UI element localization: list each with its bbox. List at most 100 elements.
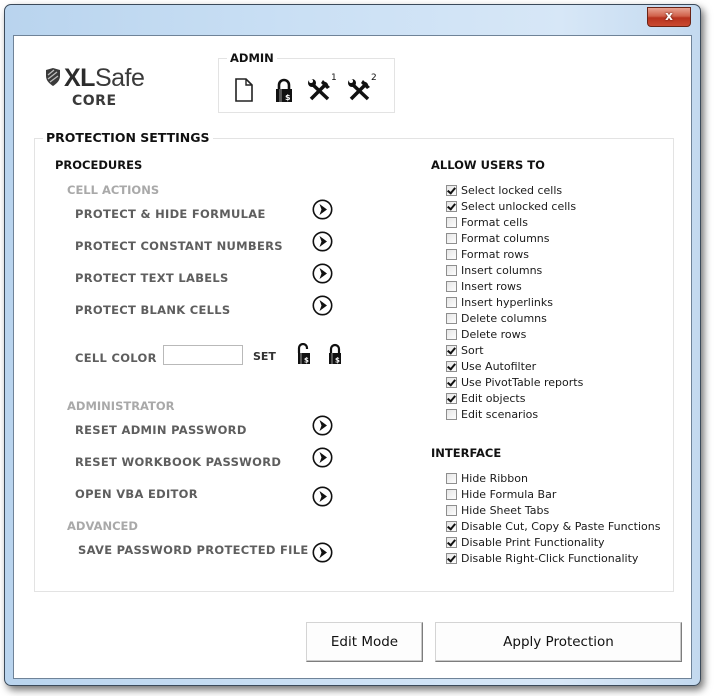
checkbox-label: Disable Print Functionality xyxy=(461,536,605,549)
protect-text-labels-label: PROTECT TEXT LABELS xyxy=(75,271,229,285)
arrow-right-circle-icon xyxy=(312,199,333,220)
allow-users-option-format-rows[interactable]: Format rows xyxy=(446,247,529,262)
interface-option-hide-ribbon[interactable]: Hide Ribbon xyxy=(446,471,528,486)
protect-hide-formulae-button[interactable] xyxy=(312,199,333,220)
admin-group: ADMIN $ 1 2 xyxy=(218,51,395,113)
checkbox-label: Hide Ribbon xyxy=(461,472,528,485)
allow-users-option-edit-scenarios[interactable]: Edit scenarios xyxy=(446,407,538,422)
checkbox-label: Delete rows xyxy=(461,328,527,341)
arrow-right-circle-icon xyxy=(312,542,333,563)
interface-option-hide-sheet-tabs[interactable]: Hide Sheet Tabs xyxy=(446,503,549,518)
set-unlocked-color-button[interactable]: $ xyxy=(296,342,312,365)
checkbox-label: Select locked cells xyxy=(461,184,563,197)
interface-option-disable-cut-copy-paste-functions[interactable]: Disable Cut, Copy & Paste Functions xyxy=(446,519,660,534)
checkbox[interactable] xyxy=(446,217,457,228)
checkbox[interactable] xyxy=(446,361,457,372)
set-locked-color-button[interactable]: $ xyxy=(327,343,343,365)
checkbox[interactable] xyxy=(446,185,457,196)
arrow-right-circle-icon xyxy=(312,231,333,252)
allow-users-option-format-cells[interactable]: Format cells xyxy=(446,215,528,230)
close-button[interactable]: x xyxy=(647,7,691,27)
cell-color-input[interactable] xyxy=(163,345,243,365)
allow-users-option-edit-objects[interactable]: Edit objects xyxy=(446,391,525,406)
checkbox[interactable] xyxy=(446,409,457,420)
checkbox-label: Sort xyxy=(461,344,484,357)
protect-text-labels-button[interactable] xyxy=(312,263,333,284)
protect-constant-numbers-button[interactable] xyxy=(312,231,333,252)
save-password-protected-file-label: SAVE PASSWORD PROTECTED FILE xyxy=(78,543,309,557)
checkbox[interactable] xyxy=(446,313,457,324)
interface-option-hide-formula-bar[interactable]: Hide Formula Bar xyxy=(446,487,556,502)
allow-users-option-select-unlocked-cells[interactable]: Select unlocked cells xyxy=(446,199,576,214)
checkbox[interactable] xyxy=(446,473,457,484)
checkbox[interactable] xyxy=(446,201,457,212)
brand-edition: CORE xyxy=(72,93,117,109)
edit-mode-button[interactable]: Edit Mode xyxy=(306,622,423,662)
apply-protection-button[interactable]: Apply Protection xyxy=(435,622,682,662)
allow-users-option-insert-hyperlinks[interactable]: Insert hyperlinks xyxy=(446,295,553,310)
allow-users-option-delete-rows[interactable]: Delete rows xyxy=(446,327,526,342)
allow-users-option-select-locked-cells[interactable]: Select locked cells xyxy=(446,183,562,198)
checkbox[interactable] xyxy=(446,393,457,404)
padlock-icon: $ xyxy=(329,343,341,365)
xlsafe-logo: XLSafe CORE xyxy=(45,64,165,114)
checkbox[interactable] xyxy=(446,249,457,260)
interface-option-disable-right-click-functionality[interactable]: Disable Right-Click Functionality xyxy=(446,551,638,566)
brand-name: Safe xyxy=(94,64,145,92)
protection-settings-group: PROTECTION SETTINGS PROCEDURES CELL ACTI… xyxy=(34,130,674,592)
reset-admin-password-button[interactable] xyxy=(312,415,333,436)
checkbox-label: Format columns xyxy=(461,232,550,245)
checkbox-label: Disable Right-Click Functionality xyxy=(461,552,639,565)
allow-users-option-insert-rows[interactable]: Insert rows xyxy=(446,279,522,294)
checkbox[interactable] xyxy=(446,265,457,276)
open-vba-editor-button[interactable] xyxy=(312,486,333,507)
checkbox-label: Use PivotTable reports xyxy=(461,376,584,389)
unlocked-padlock-icon: $ xyxy=(297,342,310,365)
checkbox[interactable] xyxy=(446,505,457,516)
svg-text:$: $ xyxy=(335,357,340,365)
checkbox-label: Hide Formula Bar xyxy=(461,488,557,501)
checkbox[interactable] xyxy=(446,345,457,356)
checkbox[interactable] xyxy=(446,489,457,500)
checkbox[interactable] xyxy=(446,377,457,388)
interface-option-disable-print-functionality[interactable]: Disable Print Functionality xyxy=(446,535,605,550)
protect-hide-formulae-label: PROTECT & HIDE FORMULAE xyxy=(75,207,266,221)
allow-users-option-format-columns[interactable]: Format columns xyxy=(446,231,549,246)
allow-users-option-use-autofilter[interactable]: Use Autofilter xyxy=(446,359,536,374)
tools-2-button[interactable]: 2 xyxy=(347,73,377,105)
brand-name-bold: XL xyxy=(64,64,95,92)
save-password-protected-file-button[interactable] xyxy=(312,542,333,563)
protect-blank-cells-label: PROTECT BLANK CELLS xyxy=(75,303,231,317)
new-file-button[interactable] xyxy=(233,77,261,105)
protect-blank-cells-button[interactable] xyxy=(312,295,333,316)
checkbox[interactable] xyxy=(446,553,457,564)
checkbox[interactable] xyxy=(446,297,457,308)
allow-users-option-insert-columns[interactable]: Insert columns xyxy=(446,263,542,278)
tools-icon xyxy=(348,79,370,101)
checkbox[interactable] xyxy=(446,329,457,340)
arrow-right-circle-icon xyxy=(312,486,333,507)
tools-1-button[interactable]: 1 xyxy=(307,73,337,105)
dialog-content: XLSafe CORE ADMIN $ 1 2 PROTECTION SETTI… xyxy=(13,35,692,679)
shield-icon xyxy=(46,68,60,87)
protect-constant-numbers-label: PROTECT CONSTANT NUMBERS xyxy=(75,239,283,253)
advanced-heading: ADVANCED xyxy=(67,519,138,533)
arrow-right-circle-icon xyxy=(312,415,333,436)
checkbox-label: Use Autofilter xyxy=(461,360,537,373)
allow-users-option-sort[interactable]: Sort xyxy=(446,343,484,358)
title-bar[interactable]: x xyxy=(5,5,700,35)
allow-users-option-delete-columns[interactable]: Delete columns xyxy=(446,311,547,326)
reset-workbook-password-button[interactable] xyxy=(312,447,333,468)
admin-group-title: ADMIN xyxy=(227,51,277,65)
checkbox[interactable] xyxy=(446,537,457,548)
close-icon: x xyxy=(665,9,673,23)
checkbox[interactable] xyxy=(446,281,457,292)
cell-color-label: CELL COLOR xyxy=(75,351,157,365)
lock-workbook-button[interactable]: $ xyxy=(273,77,301,105)
checkbox[interactable] xyxy=(446,233,457,244)
allow-users-option-use-pivottable-reports[interactable]: Use PivotTable reports xyxy=(446,375,583,390)
dialog-window: x XLSafe CORE ADMIN $ 1 2 PROTECTION SET… xyxy=(4,4,701,686)
allow-users-heading: ALLOW USERS TO xyxy=(431,158,545,172)
checkbox[interactable] xyxy=(446,521,457,532)
checkbox-label: Select unlocked cells xyxy=(461,200,577,213)
